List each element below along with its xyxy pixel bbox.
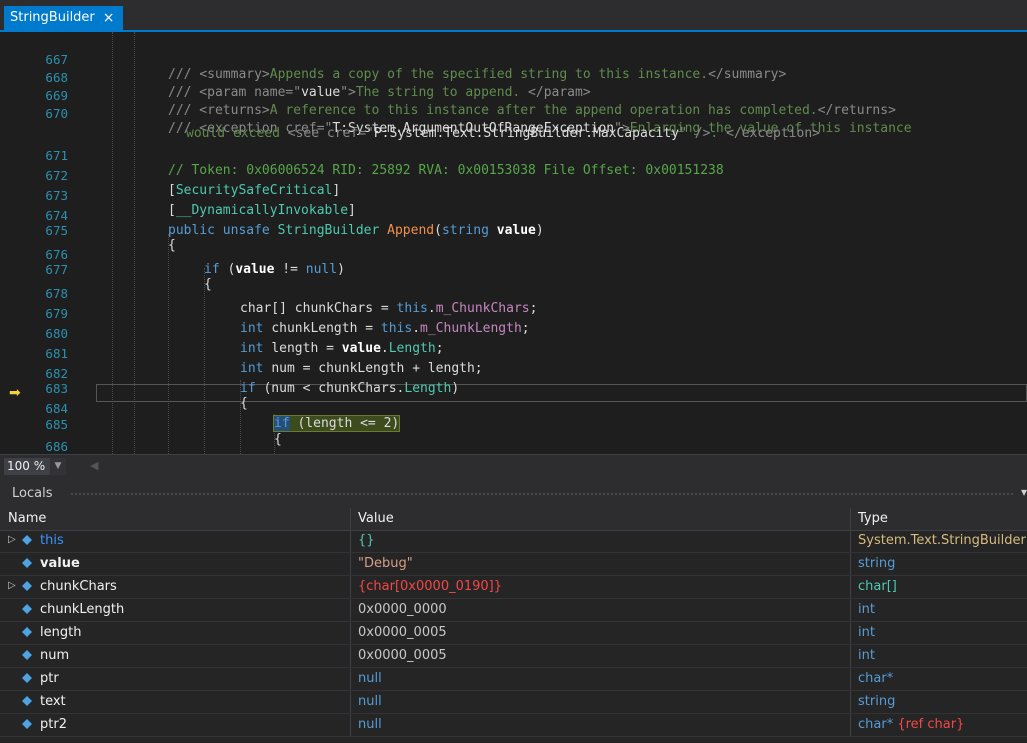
field-icon xyxy=(22,558,32,568)
local-name: ptr xyxy=(40,671,59,686)
panel-menu-icon[interactable]: ▾ xyxy=(1021,485,1027,499)
local-name: num xyxy=(40,648,70,663)
local-type: int xyxy=(858,648,875,663)
table-row[interactable]: ▷ this {} System.Text.StringBuilder xyxy=(0,530,1027,553)
local-value[interactable]: null xyxy=(358,694,382,709)
local-name: chunkLength xyxy=(40,602,125,617)
local-name: ptr2 xyxy=(40,717,67,732)
column-divider[interactable] xyxy=(850,508,851,530)
local-type: string xyxy=(858,694,896,709)
column-divider[interactable] xyxy=(350,508,351,530)
local-value[interactable]: 0x0000_0000 xyxy=(358,602,447,617)
local-value[interactable]: 0x0000_0005 xyxy=(358,648,447,663)
current-statement-arrow-icon: ➡ xyxy=(9,385,21,401)
local-type: System.Text.StringBuilder xyxy=(858,533,1026,548)
local-name: this xyxy=(40,533,64,548)
field-icon xyxy=(22,696,32,706)
column-header-value[interactable]: Value xyxy=(358,511,394,526)
scroll-left-icon[interactable]: ◀ xyxy=(90,459,98,472)
local-value[interactable]: 0x0000_0005 xyxy=(358,625,447,640)
zoom-value: 100 % xyxy=(7,459,46,473)
field-icon xyxy=(22,535,32,545)
code-editor[interactable]: 667 /// <summary>Appends a copy of the s… xyxy=(0,32,1027,454)
column-header-type[interactable]: Type xyxy=(858,511,888,526)
local-value[interactable]: null xyxy=(358,671,382,686)
field-icon xyxy=(22,604,32,614)
locals-grid: Name Value Type ▷ this {} System.Text.St… xyxy=(0,508,1027,743)
table-row[interactable]: ptr2 null char* {ref char} xyxy=(0,714,1027,737)
local-value[interactable]: "Debug" xyxy=(358,556,413,571)
local-name: length xyxy=(40,625,82,640)
local-value[interactable]: {char[0x0000_0190]} xyxy=(358,579,502,594)
local-name: text xyxy=(40,694,66,709)
zoom-bar: 100 % ▼ ◀ xyxy=(0,454,1027,479)
local-value[interactable]: null xyxy=(358,717,382,732)
local-type: int xyxy=(858,625,875,640)
local-value[interactable]: {} xyxy=(358,533,375,548)
expand-icon[interactable]: ▷ xyxy=(8,534,16,545)
field-icon xyxy=(22,581,32,591)
locals-panel-header: Locals ▾ xyxy=(0,481,1027,505)
table-row[interactable]: ▷ chunkChars {char[0x0000_0190]} char[] xyxy=(0,576,1027,599)
local-type: char* {ref char} xyxy=(858,717,965,732)
local-type: string xyxy=(858,556,896,571)
local-type: char* xyxy=(858,671,894,686)
field-icon xyxy=(22,650,32,660)
local-type: int xyxy=(858,602,875,617)
column-header-name[interactable]: Name xyxy=(8,511,46,526)
code-line: 687 { xyxy=(0,439,1027,454)
table-row[interactable]: length 0x0000_0005 int xyxy=(0,622,1027,645)
zoom-dropdown[interactable]: 100 % ▼ xyxy=(4,458,66,475)
document-tab[interactable]: StringBuilder × xyxy=(4,6,123,30)
local-type: char[] xyxy=(858,579,897,594)
table-row[interactable]: num 0x0000_0005 int xyxy=(0,645,1027,668)
tab-title: StringBuilder xyxy=(10,10,95,25)
local-name: chunkChars xyxy=(40,579,117,594)
table-row[interactable]: ptr null char* xyxy=(0,668,1027,691)
field-icon xyxy=(22,673,32,683)
grid-header: Name Value Type xyxy=(0,508,1027,531)
field-icon xyxy=(22,627,32,637)
field-icon xyxy=(22,719,32,729)
table-row[interactable]: value "Debug" string xyxy=(0,553,1027,576)
table-row[interactable]: chunkLength 0x0000_0000 int xyxy=(0,599,1027,622)
tab-strip: StringBuilder × xyxy=(0,0,1027,30)
local-name: value xyxy=(40,556,80,571)
table-row[interactable]: text null string xyxy=(0,691,1027,714)
locals-title: Locals xyxy=(12,486,53,501)
expand-icon[interactable]: ▷ xyxy=(8,580,16,591)
close-icon[interactable]: × xyxy=(103,6,115,30)
panel-grip[interactable] xyxy=(70,492,1015,496)
chevron-down-icon[interactable]: ▼ xyxy=(50,458,66,475)
